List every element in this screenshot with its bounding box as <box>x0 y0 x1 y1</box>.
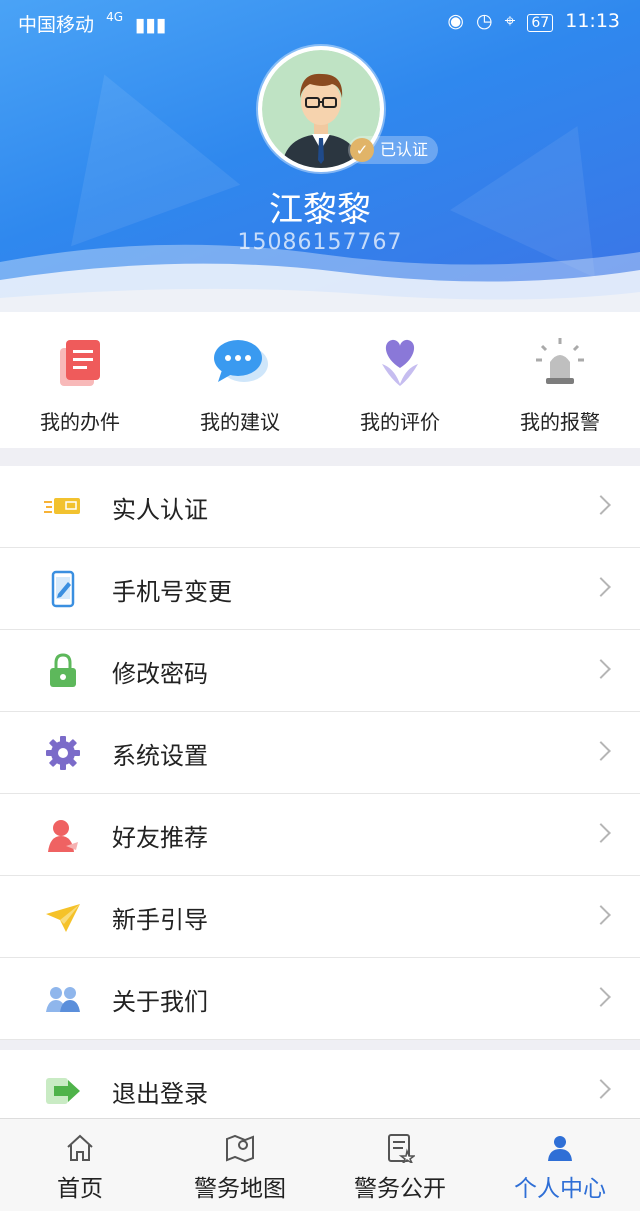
quick-item-label: 我的评价 <box>360 410 440 434</box>
tab-label: 个人中心 <box>514 1176 606 1202</box>
menu-item-change-phone[interactable]: 手机号变更 <box>0 548 640 630</box>
menu-item-system-settings[interactable]: 系统设置 <box>0 712 640 794</box>
menu-item-label: 修改密码 <box>112 660 208 688</box>
carrier-label: 中国移动 <box>18 14 95 36</box>
chevron-right-icon <box>591 823 611 843</box>
menu-item-about-us[interactable]: 关于我们 <box>0 958 640 1040</box>
tab-label: 首页 <box>57 1176 103 1202</box>
quick-actions: 我的办件 我的建议 我的评价 我的报警 <box>0 312 640 448</box>
menu-item-label: 手机号变更 <box>112 578 232 606</box>
home-icon <box>67 1134 93 1161</box>
paper-plane-icon <box>46 904 80 932</box>
menu-item-label: 新手引导 <box>112 906 208 934</box>
group-icon <box>46 987 80 1012</box>
check-icon: ✓ <box>350 138 374 162</box>
quick-item-my-suggestions[interactable]: 我的建议 <box>160 312 320 448</box>
clock-time: 11:13 <box>565 10 620 32</box>
id-card-icon <box>44 498 80 514</box>
menu-item-label: 关于我们 <box>112 988 208 1016</box>
user-name: 江黎黎 <box>269 190 371 230</box>
chevron-right-icon <box>591 987 611 1007</box>
quick-item-label: 我的办件 <box>40 410 120 434</box>
quick-item-my-reviews[interactable]: 我的评价 <box>320 312 480 448</box>
menu-item-beginner-guide[interactable]: 新手引导 <box>0 876 640 958</box>
gear-icon <box>46 736 80 770</box>
chat-bubble-icon <box>214 340 268 382</box>
tab-home[interactable]: 首页 <box>0 1119 160 1211</box>
chevron-right-icon <box>591 741 611 761</box>
quick-item-my-cases[interactable]: 我的办件 <box>0 312 160 448</box>
quick-item-my-alarms[interactable]: 我的报警 <box>480 312 640 448</box>
chevron-right-icon <box>591 577 611 597</box>
header-wave <box>0 244 640 312</box>
tab-police-map[interactable]: 警务地图 <box>160 1119 320 1211</box>
user-icon <box>548 1136 572 1161</box>
settings-menu: 实人认证 手机号变更 修改密码 系统设置 好友推荐 新手引导 关于我们 <box>0 466 640 1040</box>
alarm-light-icon <box>536 338 584 384</box>
battery-icon: 67 <box>527 14 554 32</box>
chevron-right-icon <box>591 905 611 925</box>
menu-item-label: 实人认证 <box>112 496 208 524</box>
verified-badge: ✓ 已认证 <box>348 136 439 164</box>
status-bar: 中国移动 4G ▮▮▮ ◉ ◷ ⌖ 67 11:13 <box>0 0 640 44</box>
quick-item-label: 我的建议 <box>200 410 280 434</box>
logout-label: 退出登录 <box>112 1080 208 1108</box>
lock-icon <box>50 653 76 687</box>
menu-item-label: 好友推荐 <box>112 824 208 852</box>
eye-icon: ◉ <box>447 10 464 32</box>
person-icon <box>48 820 78 852</box>
location-icon: ⌖ <box>504 10 516 32</box>
tab-label: 警务公开 <box>354 1176 446 1202</box>
quick-item-label: 我的报警 <box>520 410 600 434</box>
chevron-right-icon <box>591 659 611 679</box>
tab-label: 警务地图 <box>194 1176 286 1202</box>
chevron-right-icon <box>591 1079 611 1099</box>
chevron-right-icon <box>591 495 611 515</box>
signal-icon: ▮▮▮ <box>135 14 167 36</box>
verified-label: 已认证 <box>380 140 429 159</box>
map-icon <box>226 1134 254 1163</box>
tab-personal-center[interactable]: 个人中心 <box>480 1119 640 1211</box>
document-icon <box>60 340 100 386</box>
network-label: 4G <box>106 10 123 24</box>
phone-edit-icon <box>51 570 75 608</box>
menu-item-real-name-auth[interactable]: 实人认证 <box>0 466 640 548</box>
notice-icon <box>388 1134 415 1163</box>
alarm-clock-icon: ◷ <box>475 10 493 32</box>
profile-header: 中国移动 4G ▮▮▮ ◉ ◷ ⌖ 67 11:13 ✓ 已认证 江黎黎 150… <box>0 0 640 312</box>
menu-item-label: 系统设置 <box>112 742 208 770</box>
heart-flower-icon <box>382 339 418 386</box>
tab-police-disclosure[interactable]: 警务公开 <box>320 1119 480 1211</box>
menu-item-recommend-friends[interactable]: 好友推荐 <box>0 794 640 876</box>
bottom-tab-bar: 首页 警务地图 警务公开 个人中心 <box>0 1118 640 1211</box>
exit-arrow-icon <box>46 1078 80 1104</box>
menu-item-change-password[interactable]: 修改密码 <box>0 630 640 712</box>
